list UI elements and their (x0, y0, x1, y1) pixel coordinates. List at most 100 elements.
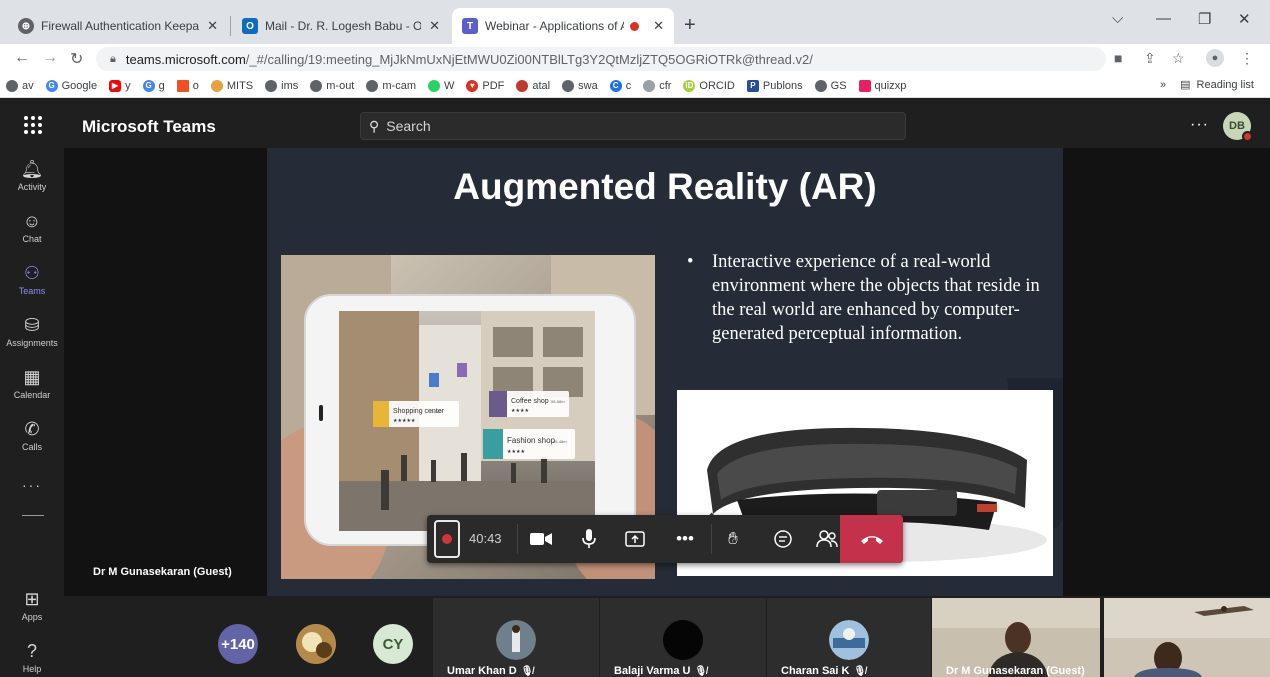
participant-tile-video[interactable]: Dr M Gunasekaran (Guest) (932, 598, 1100, 677)
bookmark-item[interactable]: av (6, 79, 34, 92)
participants-overflow-badge[interactable]: +140 (218, 624, 258, 664)
close-tab-icon[interactable]: ✕ (207, 18, 218, 34)
bookmark-item[interactable]: iD ORCID (683, 79, 735, 92)
camera-button[interactable] (529, 527, 553, 551)
chat-button[interactable] (771, 527, 795, 551)
bookmark-item[interactable]: Cc (609, 79, 631, 92)
forward-button[interactable]: → (42, 49, 58, 67)
bookmark-item[interactable]: cfr (643, 79, 671, 92)
tab-webinar[interactable]: T Webinar - Applications of AR ✕ (452, 8, 674, 44)
people-icon (816, 530, 838, 548)
rail-item-apps[interactable]: ⊞ Apps (0, 588, 64, 622)
close-window-button[interactable]: ✕ (1238, 10, 1251, 28)
more-apps-button[interactable]: ··· (22, 477, 42, 493)
self-video-feed (1104, 598, 1270, 677)
ar-tag-coffee-shop: Coffee shop 58-68m ★★★★ (489, 391, 569, 417)
globe-icon (310, 79, 323, 92)
raise-hand-button[interactable]: ✋︎ (721, 527, 745, 551)
globe-icon (814, 79, 827, 92)
rail-item-calendar[interactable]: ▦ Calendar (0, 366, 64, 400)
avatar[interactable]: DB (1223, 112, 1253, 142)
participant-tile[interactable]: Charan Sai K 🎙︎̸ (767, 598, 931, 677)
browser-menu-icon[interactable]: ⋮ (1240, 50, 1254, 67)
bookmark-star-icon[interactable]: ☆ (1172, 50, 1185, 67)
bookmark-item[interactable]: G Google (45, 79, 97, 92)
search-input[interactable]: ⚲ Search (360, 112, 906, 140)
camera-in-use-icon[interactable]: ■ (1114, 50, 1122, 66)
minimize-button[interactable]: — (1156, 10, 1171, 27)
ar-tag-fashion-shop: Fashion shop 45-48m ★★★★ (483, 429, 575, 459)
bookmark-item[interactable]: MITS (210, 79, 253, 92)
rail-item-activity[interactable]: 🔔︎ Activity (0, 158, 64, 192)
bookmark-item[interactable]: quizxp (858, 79, 906, 92)
bookmark-item[interactable]: o (176, 79, 199, 92)
tab-search-chevron-icon[interactable]: ⌵ (1112, 10, 1123, 27)
tab-separator (230, 16, 231, 36)
lock-icon: 🔒︎ (110, 52, 116, 65)
rail-item-teams[interactable]: ⚇ Teams (0, 262, 64, 296)
participant-name: Dr M Gunasekaran (Guest) (946, 665, 1085, 677)
bookmark-item[interactable]: atal (516, 79, 550, 92)
share-screen-button[interactable] (623, 527, 647, 551)
back-button[interactable]: ← (14, 49, 30, 67)
bookmark-item[interactable]: GS (814, 79, 847, 92)
svg-text:Coffee shop: Coffee shop (511, 398, 549, 405)
share-icon[interactable]: ⇪ (1144, 50, 1156, 67)
bookmark-item[interactable]: ▶ y (109, 79, 131, 92)
more-options-button[interactable]: ··· (1190, 116, 1209, 134)
globe-icon: ⊕ (18, 18, 34, 34)
google-icon: G (45, 79, 58, 92)
tab-firewall[interactable]: ⊕ Firewall Authentication Keepalive ✕ (8, 8, 228, 44)
close-tab-icon[interactable]: ✕ (429, 18, 440, 34)
slide-title: Augmented Reality (AR) (453, 166, 877, 207)
bookmark-item[interactable]: ♥ PDF (466, 79, 504, 92)
bookmark-item[interactable]: m-out (310, 79, 354, 92)
url-field[interactable]: 🔒︎ teams.microsoft.com/_#/calling/19:mee… (96, 47, 1106, 71)
globe-icon (6, 79, 18, 92)
new-tab-button[interactable]: + (684, 14, 696, 37)
close-tab-icon[interactable]: ✕ (653, 18, 664, 34)
bookmark-item[interactable]: Gg (142, 79, 165, 92)
reload-button[interactable]: ↻ (70, 49, 83, 69)
teams-header: Microsoft Teams ⚲ Search ··· (0, 104, 1270, 148)
app-launcher-icon[interactable] (24, 116, 42, 134)
bookmarks-overflow-button[interactable]: » (1160, 79, 1166, 91)
bookmark-item[interactable]: P Publons (746, 79, 803, 92)
rail-item-assignments[interactable]: ⛁ Assignments (0, 314, 64, 348)
recording-button[interactable] (434, 520, 460, 558)
microsoft-icon (176, 79, 189, 92)
participant-tile[interactable]: Umar Khan D 🎙︎̸ (433, 598, 599, 677)
more-actions-button[interactable]: ••• (673, 527, 697, 551)
participant-name: Umar Khan D 🎙︎̸ (447, 665, 534, 677)
rail-item-calls[interactable]: ✆ Calls (0, 418, 64, 452)
self-view-video[interactable] (1104, 598, 1270, 677)
participant-tile[interactable]: Balaji Varma U 🎙︎̸ (600, 598, 766, 677)
leave-call-button[interactable] (840, 515, 903, 563)
address-bar: ← → ↻ 🔒︎ teams.microsoft.com/_#/calling/… (0, 44, 1270, 74)
microphone-button[interactable] (577, 527, 601, 551)
restore-button[interactable]: ❐ (1198, 10, 1211, 28)
bookmark-item[interactable]: m-cam (366, 79, 416, 92)
tab-mail[interactable]: O Mail - Dr. R. Logesh Babu - Outlook ✕ (232, 8, 450, 44)
avatar[interactable]: CY (373, 624, 413, 664)
tab-title: Mail - Dr. R. Logesh Babu - Outlook (265, 19, 422, 33)
avatar[interactable] (296, 624, 336, 664)
mits-logo-icon (210, 79, 223, 92)
bookmark-item[interactable]: swa (562, 79, 598, 92)
rail-item-help[interactable]: ? Help (0, 640, 64, 674)
participants-button[interactable] (815, 527, 839, 551)
recording-dot-icon (442, 534, 452, 544)
rail-item-chat[interactable]: ☺ Chat (0, 210, 64, 244)
profile-icon[interactable]: ● (1206, 49, 1224, 67)
divider (711, 524, 712, 554)
reading-list-button[interactable]: Reading list (1197, 79, 1254, 91)
chat-icon (774, 530, 792, 548)
app-title: Microsoft Teams (82, 117, 216, 136)
google-icon: G (142, 79, 155, 92)
pdf-icon: ♥ (466, 79, 479, 92)
reading-list-icon: ▤ (1180, 79, 1191, 91)
cfr-icon (643, 79, 656, 92)
ar-tag-shopping-center: Shopping center 55-58m ★★★★★ (373, 401, 459, 427)
bookmark-item[interactable]: W (427, 79, 454, 92)
bookmark-item[interactable]: ims (265, 79, 298, 92)
